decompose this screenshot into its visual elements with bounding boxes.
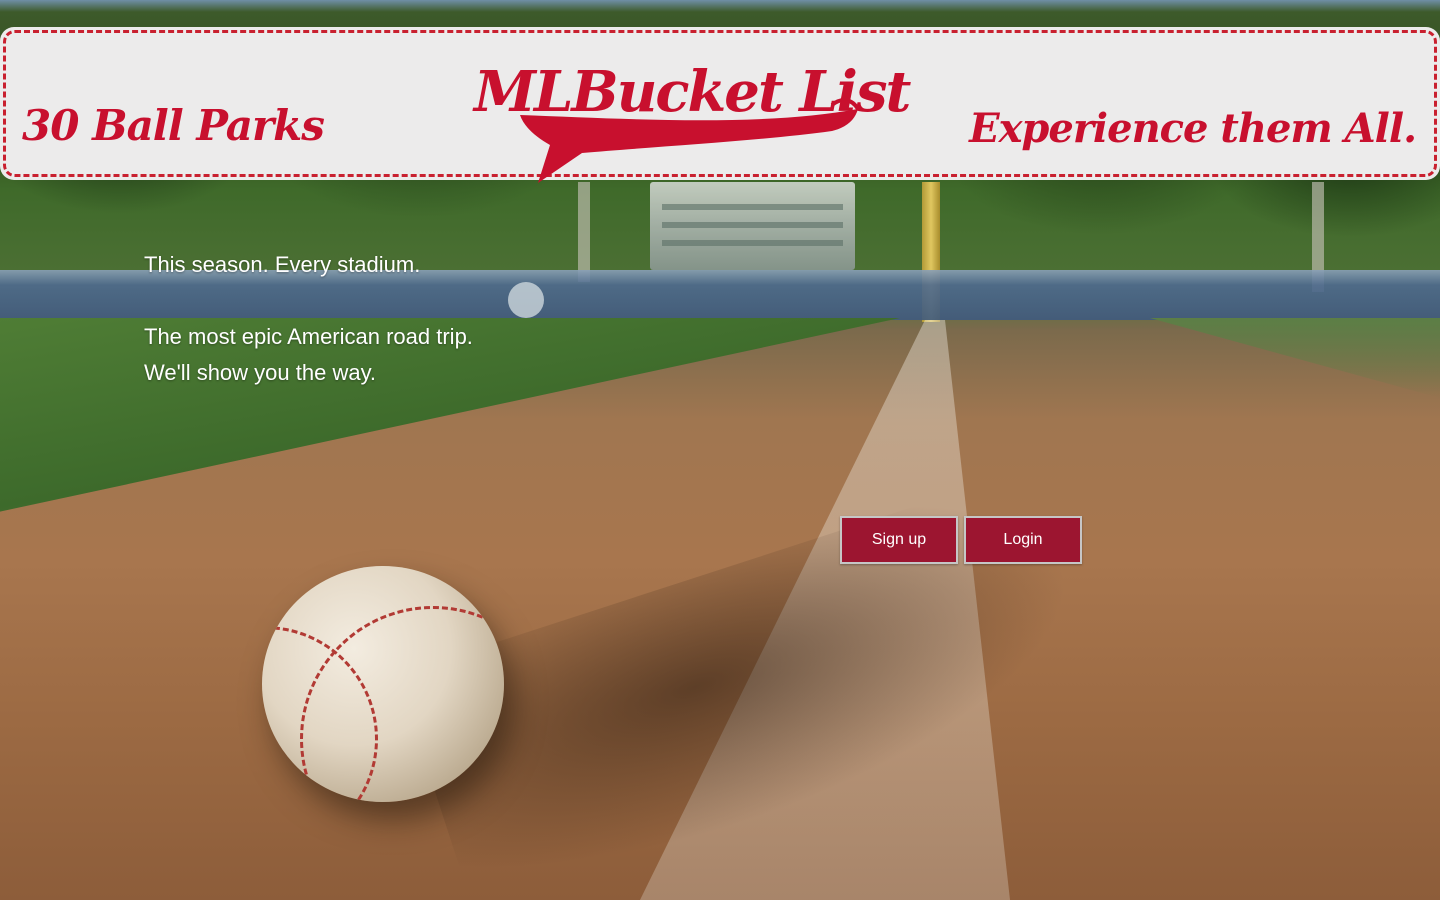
logo[interactable]: MLBucket List: [470, 57, 911, 185]
light-pole-left: [578, 182, 590, 282]
tagline-left: 30 Ball Parks: [22, 101, 325, 150]
landing-page: 30 Ball Parks MLBucket List Experience t…: [0, 0, 1440, 900]
grass-right: [1150, 318, 1440, 398]
fence-sign: [508, 282, 544, 318]
intro-line-2: The most epic American road trip. We'll …: [144, 324, 473, 385]
signup-button[interactable]: Sign up: [840, 516, 958, 564]
intro-copy: This season. Every stadium. The most epi…: [144, 247, 474, 391]
logo-text: MLBucket List: [474, 59, 911, 125]
background-scoreboard: [650, 182, 855, 270]
tagline-right: Experience them All.: [969, 105, 1417, 152]
login-button[interactable]: Login: [964, 516, 1082, 564]
baseball-image: [262, 566, 504, 802]
auth-buttons: Sign up Login: [840, 516, 1082, 564]
intro-line-1: This season. Every stadium.: [144, 252, 421, 277]
header-banner: 30 Ball Parks MLBucket List Experience t…: [0, 27, 1440, 183]
